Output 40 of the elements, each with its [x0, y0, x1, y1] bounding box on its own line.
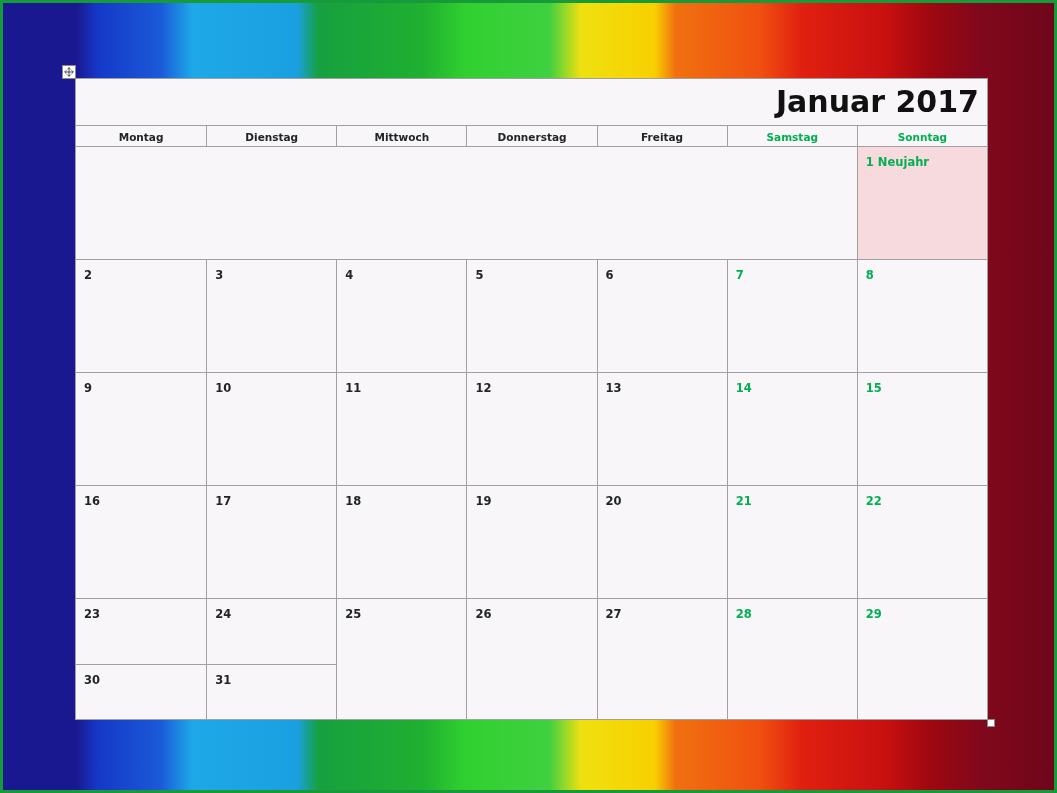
day-number: 31: [215, 673, 232, 687]
day-number: 27: [605, 607, 622, 621]
day-number: 29: [865, 607, 882, 621]
day-number: 18: [345, 494, 362, 508]
day-number: 23: [84, 607, 100, 621]
day-number: 5: [475, 268, 484, 282]
calendar-title: Januar 2017: [773, 83, 980, 121]
day-number: 25: [345, 607, 362, 621]
day-number: 10: [215, 381, 232, 395]
day-number: 21: [735, 494, 752, 508]
move-icon[interactable]: [62, 65, 76, 79]
day-number: 3: [215, 268, 224, 282]
weekday-header: Freitag: [596, 125, 727, 146]
day-number: 13: [605, 381, 622, 395]
day-number: 2: [84, 268, 92, 282]
weekday-header: Dienstag: [206, 125, 337, 146]
day-number: 7: [735, 268, 744, 282]
day-number: 1 Neujahr: [865, 155, 930, 169]
day-number: 24: [215, 607, 232, 621]
day-number: 9: [84, 381, 92, 395]
weekday-header: Donnerstag: [466, 125, 597, 146]
day-number: 6: [605, 268, 614, 282]
weekday-header: Samstag: [726, 125, 857, 146]
weekday-header: Montag: [76, 125, 207, 146]
day-number: 8: [865, 268, 874, 282]
day-number: 12: [475, 381, 492, 395]
day-number: 30: [84, 673, 100, 687]
day-number: 26: [475, 607, 492, 621]
day-number: 14: [735, 381, 752, 395]
day-number: 19: [475, 494, 492, 508]
resize-handle[interactable]: [987, 719, 995, 727]
day-number: 20: [605, 494, 622, 508]
day-number: 15: [865, 381, 882, 395]
day-number: 16: [84, 494, 100, 508]
day-number: 22: [865, 494, 882, 508]
day-number: 17: [215, 494, 232, 508]
day-number: 28: [735, 607, 752, 621]
day-number: 4: [345, 268, 354, 282]
day-number: 11: [345, 381, 362, 395]
weekday-header: Mittwoch: [336, 125, 467, 146]
